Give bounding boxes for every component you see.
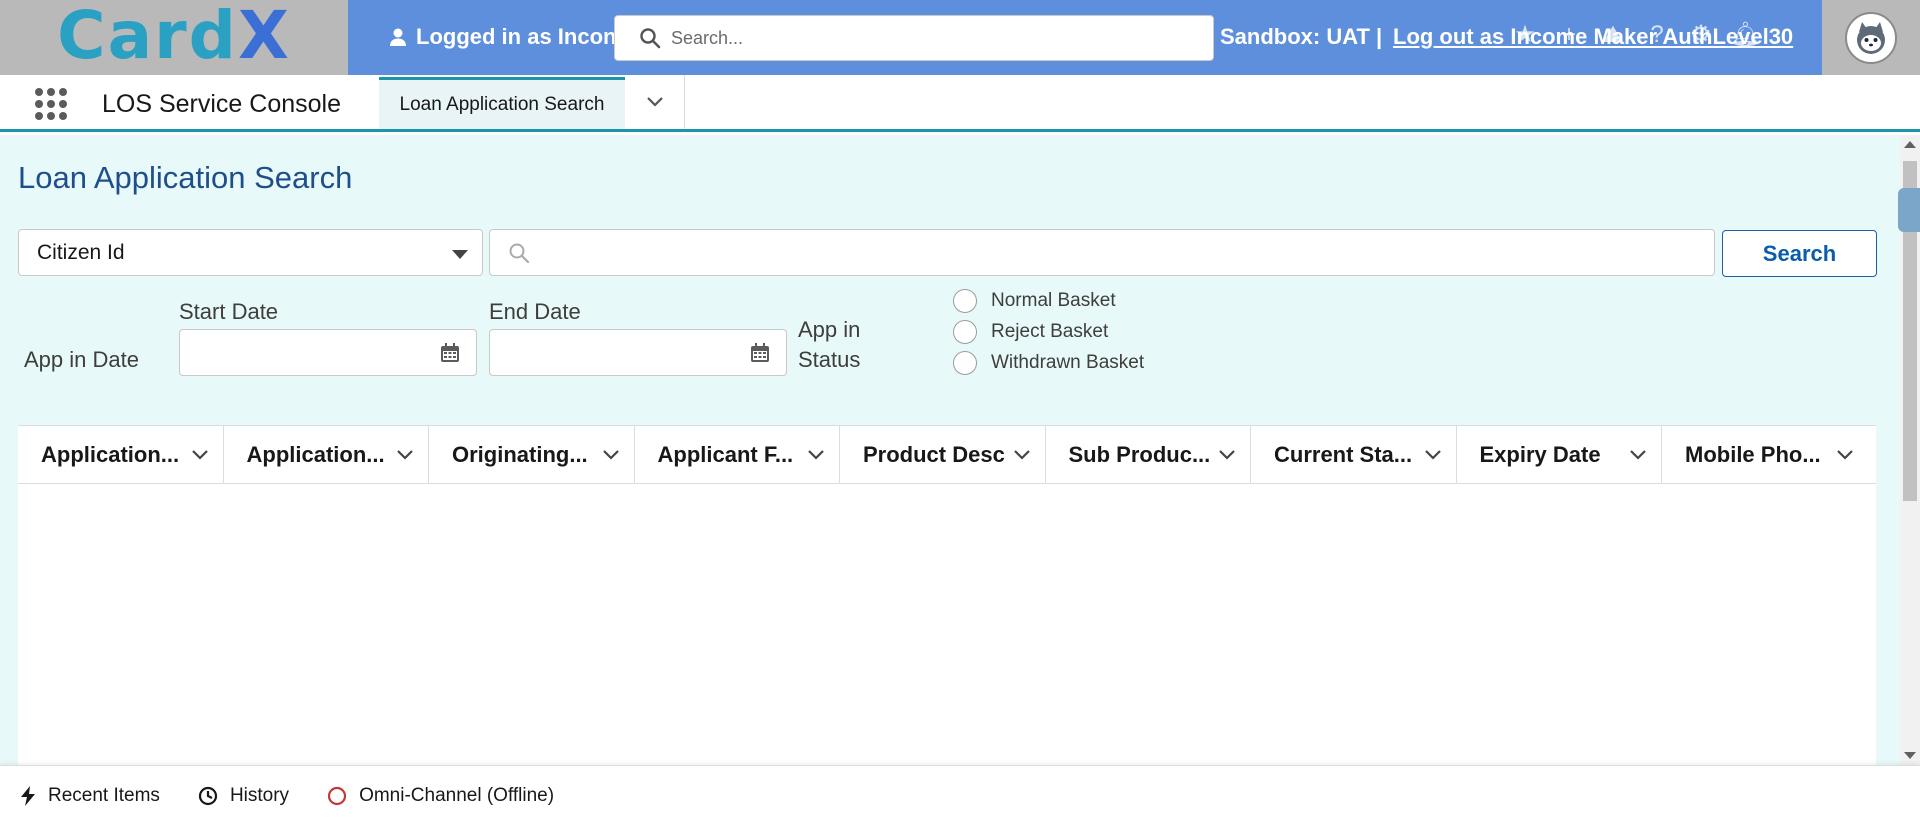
column-label: Mobile Pho... (1685, 442, 1821, 467)
search-query-input[interactable] (540, 232, 1714, 273)
search-type-value: Citizen Id (37, 240, 125, 264)
radio-label: Reject Basket (991, 321, 1109, 342)
chevron-down-icon[interactable] (1836, 449, 1854, 461)
global-search-input[interactable] (671, 27, 1213, 49)
logo-text-x: X (237, 0, 291, 74)
notifications-bell-icon[interactable]: 🔔︎ (1730, 20, 1760, 50)
search-type-select[interactable]: Citizen Id (18, 229, 483, 276)
brand-logo-area[interactable]: CardX (0, 0, 348, 75)
column-label: Expiry Date (1479, 442, 1601, 467)
column-header[interactable]: Originating... (429, 426, 635, 484)
sandbox-label: Sandbox: UAT | (1220, 24, 1383, 49)
chevron-down-icon[interactable] (807, 449, 825, 461)
column-header[interactable]: Mobile Pho... (1662, 426, 1868, 484)
app-in-status-label-line1: App in (798, 317, 861, 342)
column-label: Current Sta... (1274, 442, 1413, 467)
radio-label: Normal Basket (991, 290, 1116, 311)
results-table: Application... Application... Originatin… (18, 425, 1876, 765)
chevron-down-icon[interactable] (396, 449, 414, 461)
utility-omni-channel[interactable]: Omni-Channel (Offline) (327, 785, 554, 807)
calendar-icon[interactable] (750, 343, 770, 363)
column-label: Applicant F... (657, 442, 794, 467)
tab-loan-application-search[interactable]: Loan Application Search (379, 77, 625, 129)
radio-circle-icon[interactable] (953, 320, 977, 344)
radio-withdrawn-basket[interactable]: Withdrawn Basket (953, 351, 1144, 375)
chevron-down-icon (646, 97, 663, 107)
column-label: Application... (246, 442, 385, 467)
brand-logo: CardX (57, 2, 291, 69)
global-header: CardX Logged in as Incon Sandbox: UAT | … (0, 0, 1920, 75)
logged-in-text: Logged in as Incon (416, 24, 617, 49)
astro-avatar-icon (1857, 21, 1885, 54)
column-label: Sub Produc... (1068, 442, 1211, 467)
utility-history[interactable]: History (198, 785, 289, 807)
scroll-down-arrow-icon[interactable] (1904, 752, 1916, 759)
app-nav-bar: LOS Service Console Loan Application Sea… (0, 75, 1920, 132)
search-icon (509, 243, 530, 263)
radio-circle-icon[interactable] (953, 351, 977, 375)
chevron-down-icon[interactable] (191, 449, 209, 461)
utility-recent-items[interactable]: Recent Items (20, 785, 160, 807)
nav-menu-dropdown[interactable] (625, 75, 685, 129)
column-header[interactable]: Application... (18, 426, 224, 484)
calendar-icon[interactable] (440, 343, 460, 363)
column-label: Application... (41, 442, 180, 467)
logo-text-card: Card (57, 0, 238, 74)
add-icon[interactable]: + (1554, 20, 1584, 50)
column-header[interactable]: Sub Produc... (1046, 426, 1251, 484)
chevron-down-icon[interactable] (1424, 449, 1442, 461)
header-utility-icons: ★ + ⛰ ? ⚙ 🔔︎ (1510, 20, 1760, 50)
search-icon (640, 28, 661, 49)
column-header[interactable]: Expiry Date (1457, 426, 1662, 484)
end-date-field[interactable] (489, 329, 787, 376)
column-label: Product Desc (863, 442, 1005, 467)
clock-icon (198, 786, 218, 805)
avatar[interactable] (1845, 11, 1897, 64)
search-query-field[interactable] (489, 229, 1715, 276)
trailhead-icon[interactable]: ⛰ (1598, 20, 1628, 50)
column-header[interactable]: Product Desc (840, 426, 1046, 484)
favorites-icon[interactable]: ★ (1510, 20, 1540, 50)
start-date-label: Start Date (179, 299, 279, 324)
global-search[interactable] (614, 15, 1214, 61)
column-header[interactable]: Applicant F... (635, 426, 840, 484)
chevron-down-icon[interactable] (1013, 449, 1031, 461)
main-content: Loan Application Search Citizen Id Searc… (0, 135, 1900, 765)
radio-circle-icon[interactable] (953, 289, 977, 313)
chevron-down-icon[interactable] (1218, 449, 1236, 461)
logged-in-indicator: Logged in as Incon (388, 24, 618, 50)
side-panel-toggle[interactable] (1898, 188, 1920, 232)
utility-bar: Recent Items History Omni-Channel (Offli… (0, 765, 1920, 825)
chevron-down-icon[interactable] (602, 449, 620, 461)
help-icon[interactable]: ? (1642, 20, 1672, 50)
history-label: History (229, 784, 290, 806)
end-date-label: End Date (489, 299, 581, 324)
user-icon (390, 28, 406, 46)
table-header-row: Application... Application... Originatin… (18, 426, 1876, 484)
app-in-date-label: App in Date (24, 347, 139, 372)
lightning-bolt-icon (21, 785, 35, 806)
recent-items-label: Recent Items (48, 784, 160, 806)
column-header[interactable]: Application... (224, 426, 429, 484)
radio-normal-basket[interactable]: Normal Basket (953, 289, 1116, 313)
offline-status-icon (327, 786, 347, 805)
start-date-field[interactable] (179, 329, 477, 376)
column-label: Originating... (452, 442, 588, 467)
radio-label: Withdrawn Basket (991, 352, 1145, 373)
radio-reject-basket[interactable]: Reject Basket (953, 320, 1108, 344)
column-header[interactable]: Current Sta... (1251, 426, 1457, 484)
search-button[interactable]: Search (1722, 230, 1877, 277)
app-in-status-label-line2: Status (798, 347, 861, 372)
app-launcher-waffle-icon[interactable] (35, 88, 67, 120)
page-title: Loan Application Search (18, 160, 353, 195)
caret-down-icon (452, 250, 468, 259)
app-name: LOS Service Console (102, 90, 342, 118)
scroll-up-arrow-icon[interactable] (1904, 141, 1916, 148)
chevron-down-icon[interactable] (1629, 449, 1647, 461)
user-avatar-area[interactable] (1822, 0, 1920, 75)
settings-gear-icon[interactable]: ⚙ (1686, 20, 1716, 50)
omni-channel-label: Omni-Channel (Offline) (359, 784, 555, 806)
